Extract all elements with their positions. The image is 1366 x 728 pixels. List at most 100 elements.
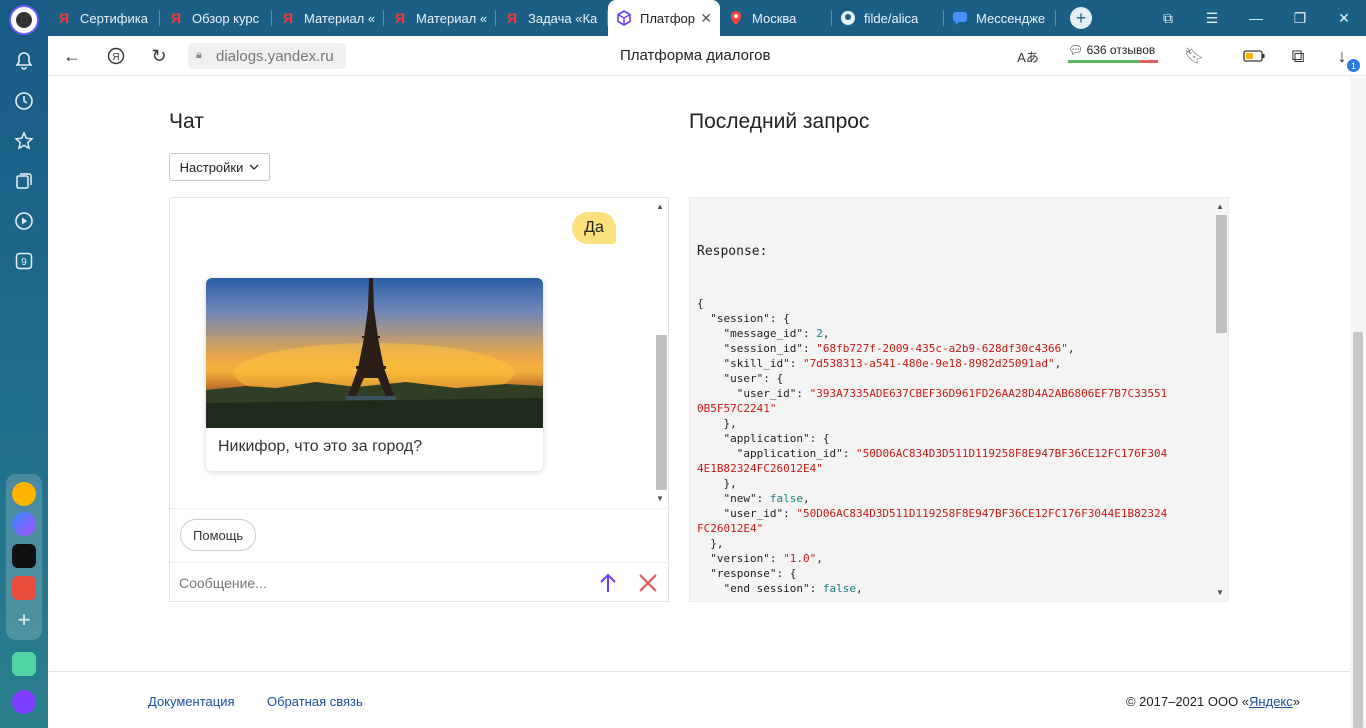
scroll-down-icon[interactable]: ▼ bbox=[656, 494, 664, 503]
eiffel-tower-image bbox=[206, 278, 543, 428]
new-tab-button[interactable]: + bbox=[1070, 7, 1092, 29]
reload-icon[interactable]: ↻ bbox=[147, 44, 171, 68]
json-line: "application_id": "50D06AC834D3D511D1192… bbox=[697, 447, 1168, 460]
yandex-home-icon[interactable]: Я bbox=[104, 44, 128, 68]
chat-panel: Да Никифор, что это за город? ▲ ▼ Помощь… bbox=[169, 197, 669, 602]
tab[interactable]: Я Материал « bbox=[384, 0, 496, 36]
star-icon[interactable] bbox=[12, 129, 36, 153]
window-controls: ⧉ ☰ — ❐ ✕ bbox=[1146, 0, 1366, 36]
close-window-icon[interactable]: ✕ bbox=[1322, 0, 1366, 36]
tab[interactable]: Я Материал « bbox=[272, 0, 384, 36]
messenger-icon bbox=[952, 10, 968, 26]
yandex-link[interactable]: Яндекс bbox=[1249, 694, 1293, 709]
json-line: "new": false, bbox=[697, 492, 810, 505]
json-body: { "session": { "message_id": 2, "session… bbox=[697, 296, 1207, 594]
yandex-icon: Я bbox=[170, 10, 182, 26]
collections-icon[interactable] bbox=[12, 169, 36, 193]
page-title: Платформа диалогов bbox=[620, 47, 771, 64]
tab[interactable]: Я Сертифика bbox=[48, 0, 160, 36]
bookmark-icon[interactable]: 🔖︎ bbox=[1182, 44, 1206, 68]
json-line: "version": "1.0", bbox=[697, 552, 823, 565]
json-line: 4E1B82324FC26012E4" bbox=[697, 462, 823, 475]
messenger-app-icon[interactable] bbox=[12, 512, 36, 536]
help-suggest-button[interactable]: Помощь bbox=[180, 519, 257, 551]
json-line: "message_id": 2, bbox=[697, 327, 830, 340]
downloads-icon[interactable]: ↓ 1 bbox=[1330, 44, 1360, 72]
browser-sidebar: 9 + bbox=[0, 0, 48, 728]
yandex-icon: Я bbox=[506, 10, 518, 26]
video-play-icon[interactable] bbox=[12, 209, 36, 233]
json-line: "end_session": false, bbox=[697, 582, 863, 594]
svg-text:9: 9 bbox=[21, 257, 27, 268]
rating-bar bbox=[1068, 60, 1158, 63]
mail-app-icon[interactable] bbox=[12, 576, 36, 600]
last-request-panel: Response: { "session": { "message_id": 2… bbox=[689, 197, 1229, 602]
json-line: "user_id": "50D06AC834D3D511D119258F8E94… bbox=[697, 507, 1168, 520]
feedback-link[interactable]: Обратная связь bbox=[267, 694, 363, 709]
chevron-down-icon bbox=[249, 164, 259, 170]
downloads-badge: 1 bbox=[1347, 59, 1360, 72]
url-field[interactable]: 🔒︎ dialogs.yandex.ru bbox=[188, 43, 346, 69]
request-scrollbar[interactable]: ▲ ▼ bbox=[1212, 198, 1228, 601]
scroll-down-icon[interactable]: ▼ bbox=[1216, 588, 1224, 597]
clear-chat-icon[interactable] bbox=[637, 572, 659, 594]
json-line: "session_id": "68fb727f-2009-435c-a2b9-6… bbox=[697, 342, 1075, 355]
translate-icon[interactable]: Aあ bbox=[1016, 44, 1040, 68]
copyright: © 2017–2021 ООО «Яндекс» bbox=[1125, 694, 1300, 709]
tab[interactable]: filde/alica bbox=[832, 0, 944, 36]
message-input[interactable] bbox=[179, 571, 559, 595]
request-scrollbar-thumb[interactable] bbox=[1216, 215, 1227, 333]
bot-card-text: Никифор, что это за город? bbox=[218, 438, 423, 455]
battery-icon[interactable] bbox=[1242, 44, 1266, 68]
bot-image-card: Никифор, что это за город? bbox=[206, 278, 543, 471]
menu-icon[interactable]: ☰ bbox=[1190, 0, 1234, 36]
profile-avatar[interactable] bbox=[9, 5, 39, 35]
scroll-up-icon[interactable]: ▲ bbox=[1216, 202, 1224, 211]
lock-icon: 🔒︎ bbox=[196, 49, 202, 61]
json-line: "user": { bbox=[697, 372, 784, 385]
map-pin-icon bbox=[728, 10, 744, 26]
tab[interactable]: Москва bbox=[720, 0, 832, 36]
yandex-icon: Я bbox=[282, 10, 294, 26]
tab[interactable]: Я Обзор курс bbox=[160, 0, 272, 36]
yandex-icon: Я bbox=[58, 10, 70, 26]
music-app-icon[interactable] bbox=[12, 544, 36, 568]
svg-text:Я: Я bbox=[112, 52, 119, 63]
tab[interactable]: Я Задача «Ка bbox=[496, 0, 608, 36]
page-scrollbar-thumb[interactable] bbox=[1353, 332, 1363, 728]
minimize-icon[interactable]: — bbox=[1234, 0, 1278, 36]
back-arrow-icon[interactable]: ← bbox=[60, 44, 84, 68]
last-request-heading: Последний запрос bbox=[689, 110, 870, 133]
footer: Документация Обратная связь © 2017–2021 … bbox=[48, 671, 1350, 728]
json-response[interactable]: Response: { "session": { "message_id": 2… bbox=[697, 214, 1207, 594]
add-app-icon[interactable]: + bbox=[12, 607, 36, 632]
tab[interactable]: Мессендже bbox=[944, 0, 1056, 36]
alice-app-icon[interactable] bbox=[12, 690, 36, 714]
restore-icon[interactable]: ❐ bbox=[1278, 0, 1322, 36]
history-icon[interactable] bbox=[12, 89, 36, 113]
close-tab-icon[interactable]: ✕ bbox=[700, 10, 712, 27]
settings-dropdown-button[interactable]: Настройки bbox=[169, 153, 270, 181]
send-app-icon[interactable] bbox=[12, 652, 36, 676]
chat-scrollbar[interactable]: ▲ ▼ bbox=[652, 198, 668, 508]
documentation-link[interactable]: Документация bbox=[148, 694, 235, 709]
extensions-icon[interactable]: ⧉ bbox=[1286, 44, 1310, 68]
chat-scrollbar-thumb[interactable] bbox=[656, 335, 667, 490]
json-line: FC26012E4" bbox=[697, 522, 764, 535]
bell-icon[interactable] bbox=[12, 49, 36, 73]
page-scrollbar[interactable] bbox=[1350, 77, 1366, 728]
cube-icon bbox=[616, 10, 632, 26]
chat-heading: Чат bbox=[169, 110, 204, 133]
tabs-overview-icon[interactable]: ⧉ bbox=[1146, 0, 1190, 36]
tab-active[interactable]: Платфор ✕ bbox=[608, 0, 720, 36]
json-line: "session": { bbox=[697, 312, 790, 325]
github-icon bbox=[840, 10, 856, 26]
send-arrow-icon[interactable] bbox=[597, 571, 619, 595]
scroll-up-icon[interactable]: ▲ bbox=[656, 202, 664, 211]
reviews-badge[interactable]: 💬︎ 636 отзывов bbox=[1068, 43, 1158, 63]
calendar-badge-icon[interactable]: 9 bbox=[12, 249, 36, 273]
alice-orange-app-icon[interactable] bbox=[12, 482, 36, 506]
json-line: }, bbox=[697, 477, 737, 490]
chat-messages[interactable]: Да Никифор, что это за город? bbox=[170, 198, 668, 508]
json-line: { bbox=[697, 297, 704, 310]
